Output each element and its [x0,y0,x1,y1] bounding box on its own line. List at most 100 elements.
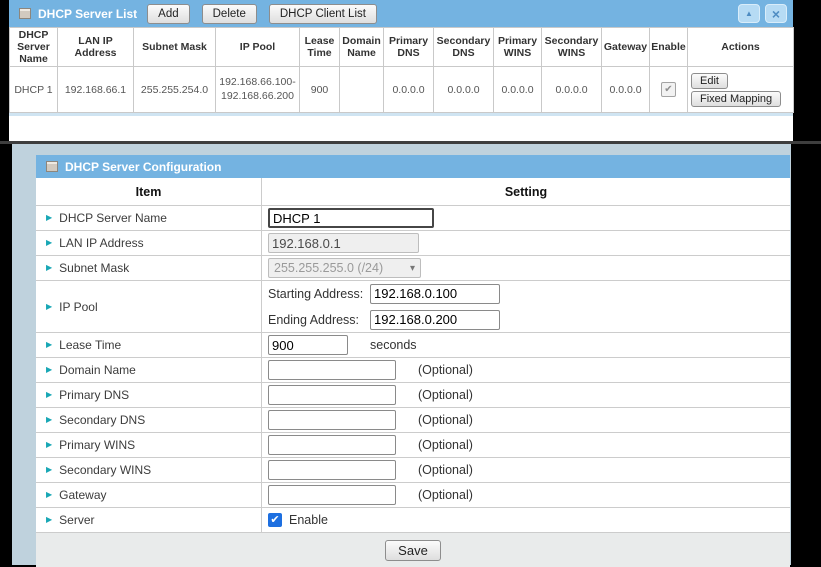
primary-wins-input[interactable] [268,435,396,455]
column-header-secondary-dns: Secondary DNS [434,28,494,67]
config-row-lease-time: ▶ Lease Time seconds [36,333,790,358]
config-title: DHCP Server Configuration [65,160,221,174]
cell-actions: Edit Fixed Mapping [688,67,794,113]
close-icon: × [772,7,780,21]
config-row-domain-name: ▶Domain Name (Optional) [36,358,790,383]
cell-domain-name [340,67,384,113]
bullet-arrow-icon: ▶ [46,391,52,399]
cell-secondary-wins: 0.0.0.0 [542,67,602,113]
check-icon: ✔ [270,514,279,526]
gateway-input[interactable] [268,485,396,505]
list-header-row: DHCP Server NameLAN IP AddressSubnet Mas… [10,28,794,67]
secondary-dns-input[interactable] [268,410,396,430]
config-row-gateway: ▶ Gateway (Optional) [36,483,790,508]
bullet-arrow-icon: ▶ [46,239,52,247]
row-label: Secondary DNS [59,413,145,427]
config-row-server: ▶Server ✔ Enable [36,508,790,533]
starting-address-label: Starting Address: [268,287,370,301]
starting-address-input[interactable] [370,284,500,304]
bullet-arrow-icon: ▶ [46,214,52,222]
column-header-primary-dns: Primary DNS [384,28,434,67]
page-background: DHCP Server Configuration Item Setting ▶… [12,144,791,565]
cell-primary-dns: 0.0.0.0 [384,67,434,113]
cell-server-name: DHCP 1 [10,67,58,113]
config-header-bar: DHCP Server Configuration [36,155,790,178]
delete-button[interactable]: Delete [202,4,257,24]
collapse-button[interactable]: ▲ [738,4,760,23]
bullet-arrow-icon: ▶ [46,264,52,272]
column-header-primary-wins: Primary WINS [494,28,542,67]
row-label: Gateway [59,488,106,502]
fixed-mapping-button[interactable]: Fixed Mapping [691,91,781,107]
column-header-lan-ip-address: LAN IP Address [58,28,134,67]
ip-pool-end-line: Ending Address: [268,307,500,333]
optional-note: (Optional) [418,488,473,502]
optional-note: (Optional) [418,388,473,402]
panel-icon [46,161,58,172]
enable-checkbox-disabled: ✔ [661,82,676,97]
row-label: Secondary WINS [59,463,151,477]
server-enable-checkbox[interactable]: ✔ [268,513,282,527]
window-title: DHCP Server List [38,7,137,21]
config-row-secondary-dns: ▶Secondary DNS (Optional) [36,408,790,433]
row-label: Subnet Mask [59,261,129,275]
bullet-arrow-icon: ▶ [46,303,52,311]
config-row-lan-ip: ▶ LAN IP Address [36,231,790,256]
optional-note: (Optional) [418,463,473,477]
table-row: DHCP 1 192.168.66.1 255.255.254.0 192.16… [10,67,794,113]
ip-pool-line2: 192.168.66.200 [217,90,298,104]
add-button[interactable]: Add [147,4,189,24]
secondary-wins-input[interactable] [268,460,396,480]
cell-primary-wins: 0.0.0.0 [494,67,542,113]
subnet-mask-value: 255.255.255.0 (/24) [274,261,383,275]
cell-lease-time: 900 [300,67,340,113]
chevron-down-icon: ▾ [410,263,415,274]
primary-dns-input[interactable] [268,385,396,405]
bullet-arrow-icon: ▶ [46,366,52,374]
column-header-dhcp-server-name: DHCP Server Name [10,28,58,67]
server-enable-label: Enable [289,513,328,527]
lease-time-unit: seconds [370,338,417,352]
check-icon: ✔ [664,84,672,95]
cell-secondary-dns: 0.0.0.0 [434,67,494,113]
column-header-enable: Enable [650,28,688,67]
row-label: Lease Time [59,338,121,352]
config-columns-header: Item Setting [36,178,790,206]
row-label: Server [59,513,94,527]
bullet-arrow-icon: ▶ [46,341,52,349]
config-footer: Save [36,533,790,567]
column-header-lease-time: Lease Time [300,28,340,67]
domain-name-input[interactable] [268,360,396,380]
config-row-dhcp-server-name: ▶DHCP Server Name [36,206,790,231]
column-header-secondary-wins: Secondary WINS [542,28,602,67]
lease-time-input[interactable] [268,335,348,355]
row-label: LAN IP Address [59,236,144,250]
dhcp-server-list-window: DHCP Server List Add Delete DHCP Client … [9,0,793,141]
bullet-arrow-icon: ▶ [46,491,52,499]
ending-address-input[interactable] [370,310,500,330]
config-row-ip-pool: ▶ IP Pool Starting Address: Ending Addres… [36,281,790,333]
close-button[interactable]: × [765,4,787,23]
edit-button[interactable]: Edit [691,73,728,89]
config-row-primary-dns: ▶ Primary DNS (Optional) [36,383,790,408]
cell-enable: ✔ [650,67,688,113]
collapse-icon: ▲ [745,10,753,18]
column-header-subnet-mask: Subnet Mask [134,28,216,67]
column-header-ip-pool: IP Pool [216,28,300,67]
ending-address-label: Ending Address: [268,313,370,327]
optional-note: (Optional) [418,413,473,427]
column-header-gateway: Gateway [602,28,650,67]
dhcp-client-list-button[interactable]: DHCP Client List [269,4,377,24]
dhcp-config-panel: DHCP Server Configuration Item Setting ▶… [36,155,790,567]
column-header-domain-name: Domain Name [340,28,384,67]
bullet-arrow-icon: ▶ [46,466,52,474]
row-label: IP Pool [59,300,97,314]
bullet-arrow-icon: ▶ [46,441,52,449]
dhcp-list-header-bar: DHCP Server List Add Delete DHCP Client … [9,0,793,27]
config-row-secondary-wins: ▶ Secondary WINS (Optional) [36,458,790,483]
dhcp-server-list-table: DHCP Server NameLAN IP AddressSubnet Mas… [9,27,794,113]
dhcp-server-name-input[interactable] [268,208,434,228]
row-label: Primary DNS [59,388,129,402]
save-button[interactable]: Save [385,540,441,561]
lan-ip-input [268,233,419,253]
